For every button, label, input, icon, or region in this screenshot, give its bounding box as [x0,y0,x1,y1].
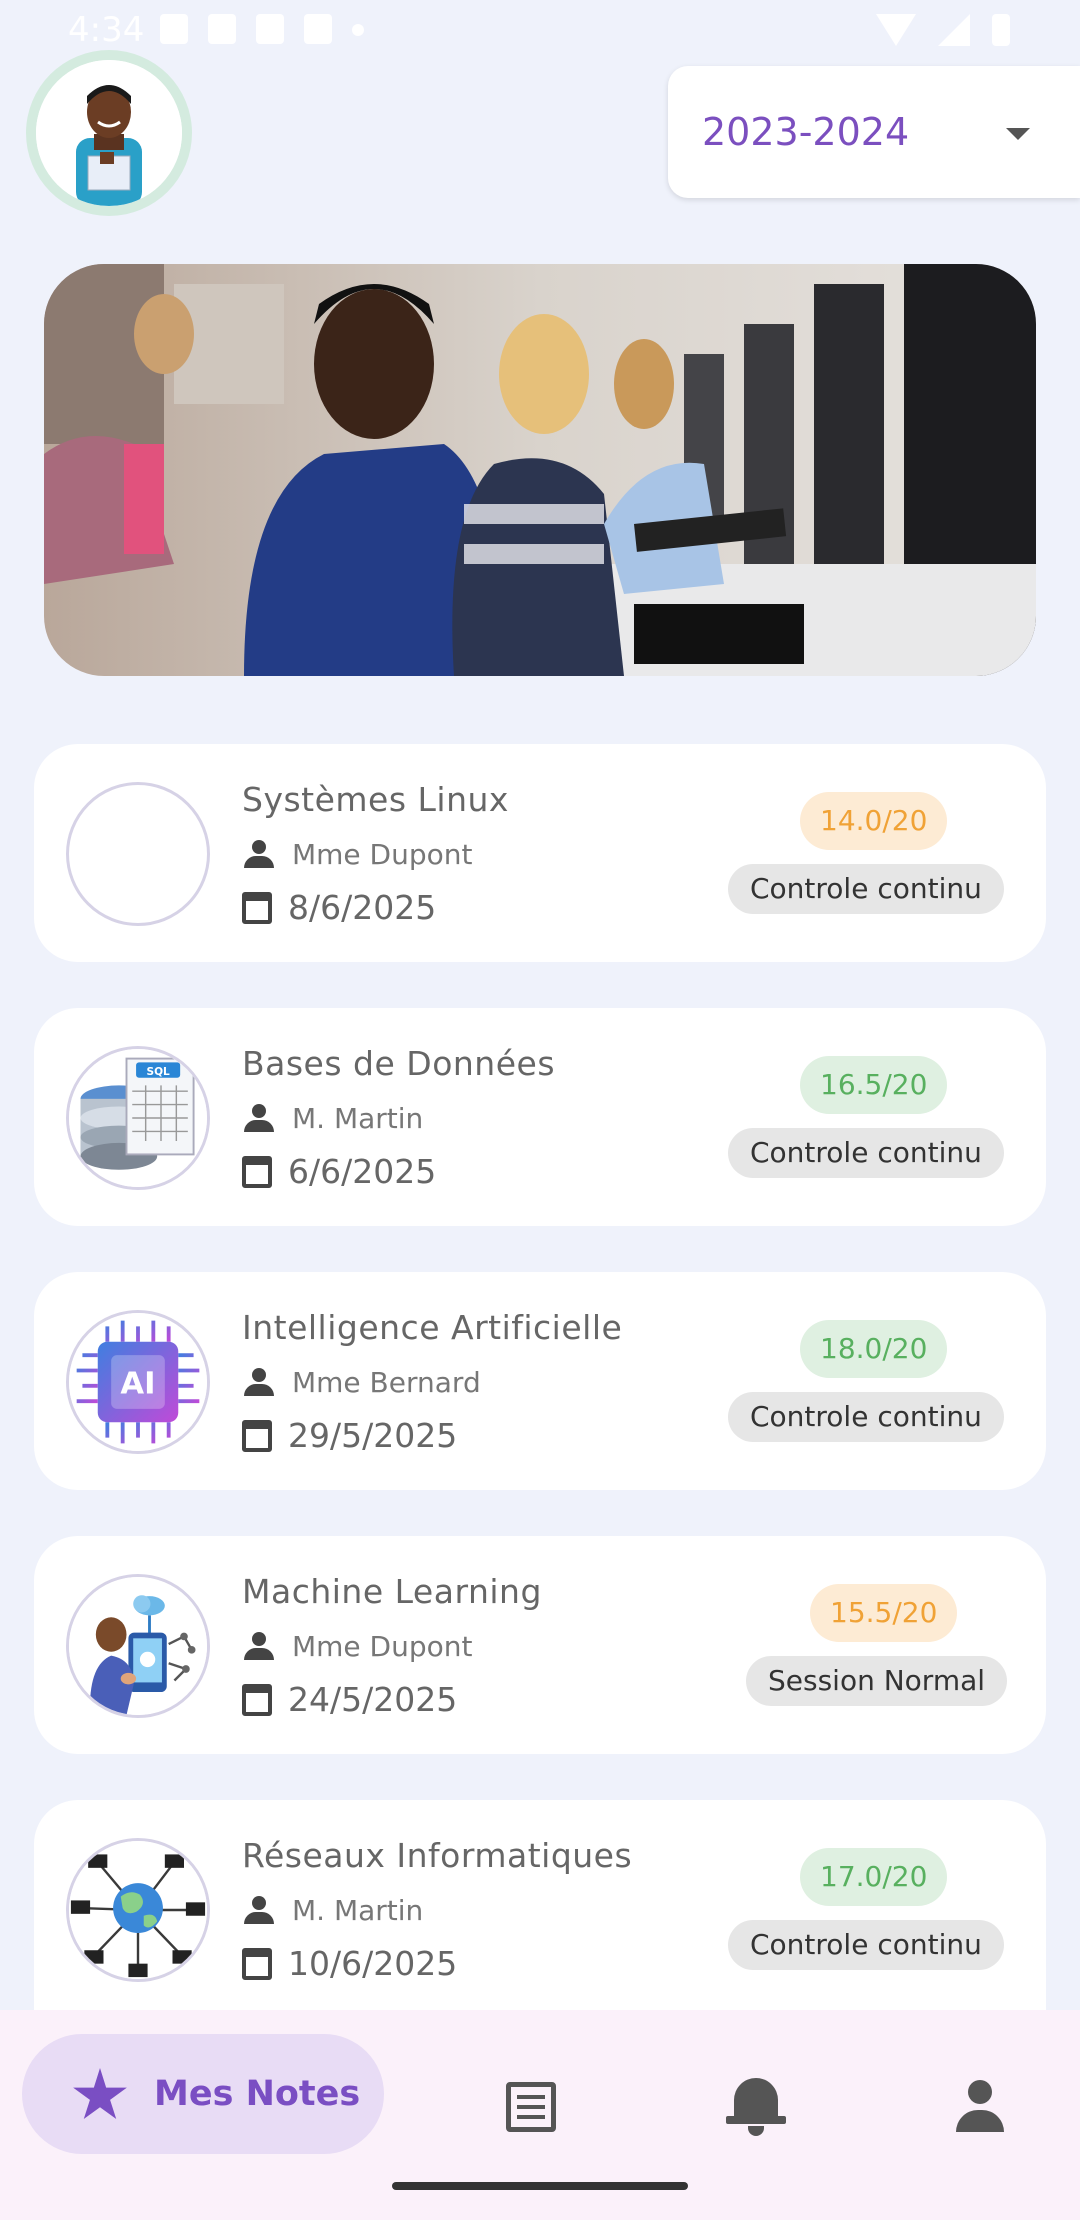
person-icon [242,1367,276,1398]
sd-card-icon [304,14,332,44]
teacher-name: M. Martin [292,1894,424,1927]
status-time: 4:34 [68,10,145,50]
svg-text:SQL: SQL [147,1066,171,1078]
teacher-row: Mme Dupont [242,1630,473,1663]
person-icon [242,1103,276,1134]
signal-icon [938,14,970,46]
teacher-row: Mme Dupont [242,838,473,871]
calendar-icon [242,1155,272,1188]
subject-name: Systèmes Linux [242,780,509,819]
battery-icon [992,14,1010,46]
date-row: 6/6/2025 [242,1152,436,1191]
calendar-icon [242,1419,272,1452]
grade-badge: 14.0/20 [800,792,948,850]
teacher-row: M. Martin [242,1102,423,1135]
status-system-icons [876,14,1010,46]
teacher-row: M. Martin [242,1894,423,1927]
grade-card[interactable]: Réseaux Informatiques M. Martin 10/6/202… [34,1800,1046,2018]
subject-name: Intelligence Artificielle [242,1308,623,1347]
profile-avatar[interactable] [26,50,192,216]
star-icon [73,2068,127,2119]
exam-type-badge: Controle continu [728,1920,1004,1970]
exam-type-badge: Session Normal [746,1656,1008,1706]
nav-item-profile[interactable] [940,2068,1020,2148]
calendar-icon [242,1947,272,1980]
status-notification-icons [160,14,364,44]
nav-label-mes-notes: Mes Notes [154,2074,361,2114]
avatar-image [36,60,182,206]
svg-text:AI: AI [120,1367,155,1402]
teacher-name: Mme Dupont [292,1630,473,1663]
subject-name: Machine Learning [242,1572,542,1611]
exam-date: 6/6/2025 [288,1152,437,1191]
academic-year-value: 2023-2024 [702,110,910,154]
exam-type-badge: Controle continu [728,1392,1004,1442]
grade-card[interactable]: Systèmes Linux Mme Dupont 8/6/2025 14.0/… [34,744,1046,962]
teacher-name: Mme Bernard [292,1366,481,1399]
person-icon [242,839,276,870]
date-row: 24/5/2025 [242,1680,457,1719]
subject-name: Bases de Données [242,1044,556,1083]
exam-date: 24/5/2025 [288,1680,458,1719]
calendar-icon [242,1683,272,1716]
exam-date: 10/6/2025 [288,1944,458,1983]
date-row: 8/6/2025 [242,888,436,927]
grade-card[interactable]: SQL Bases de Données M. Martin 6/6/2025 … [34,1008,1046,1226]
status-bar: 4:34 [0,0,1080,64]
hero-banner-image [44,264,1036,676]
list-icon [506,2082,556,2132]
user-icon [956,2080,1004,2136]
empty-logo [66,782,210,926]
person-icon [242,1631,276,1662]
notification-icon [208,14,236,44]
nav-item-notifications[interactable] [716,2068,796,2148]
nav-item-list[interactable] [492,2068,572,2148]
bell-base [726,2116,786,2124]
teacher-row: Mme Bernard [242,1366,481,1399]
database-sql-icon: SQL [66,1046,210,1190]
exam-date: 29/5/2025 [288,1416,458,1455]
subject-name: Réseaux Informatiques [242,1836,633,1875]
teacher-name: Mme Dupont [292,838,473,871]
nav-item-mes-notes[interactable]: Mes Notes [22,2034,384,2154]
grade-card[interactable]: AI Intelligence Artificielle Mme Bernard… [34,1272,1046,1490]
shield-icon [256,14,284,44]
date-row: 29/5/2025 [242,1416,457,1455]
grade-badge: 16.5/20 [800,1056,948,1114]
dot-icon [352,24,364,36]
ai-chip-icon: AI [66,1310,210,1454]
telegram-icon [160,14,188,44]
exam-type-badge: Controle continu [728,1128,1004,1178]
chevron-down-icon [1006,128,1030,140]
wifi-icon [876,14,916,46]
exam-type-badge: Controle continu [728,864,1004,914]
grade-badge: 17.0/20 [800,1848,948,1906]
person-icon [242,1895,276,1926]
exam-date: 8/6/2025 [288,888,437,927]
grade-badge: 18.0/20 [800,1320,948,1378]
network-globe-icon [66,1838,210,1982]
machine-learning-icon [66,1574,210,1718]
grade-card[interactable]: Machine Learning Mme Dupont 24/5/2025 15… [34,1536,1046,1754]
calendar-icon [242,891,272,924]
academic-year-dropdown[interactable]: 2023-2024 [668,66,1080,198]
home-indicator[interactable] [392,2182,688,2190]
teacher-name: M. Martin [292,1102,424,1135]
date-row: 10/6/2025 [242,1944,457,1983]
grade-badge: 15.5/20 [810,1584,958,1642]
